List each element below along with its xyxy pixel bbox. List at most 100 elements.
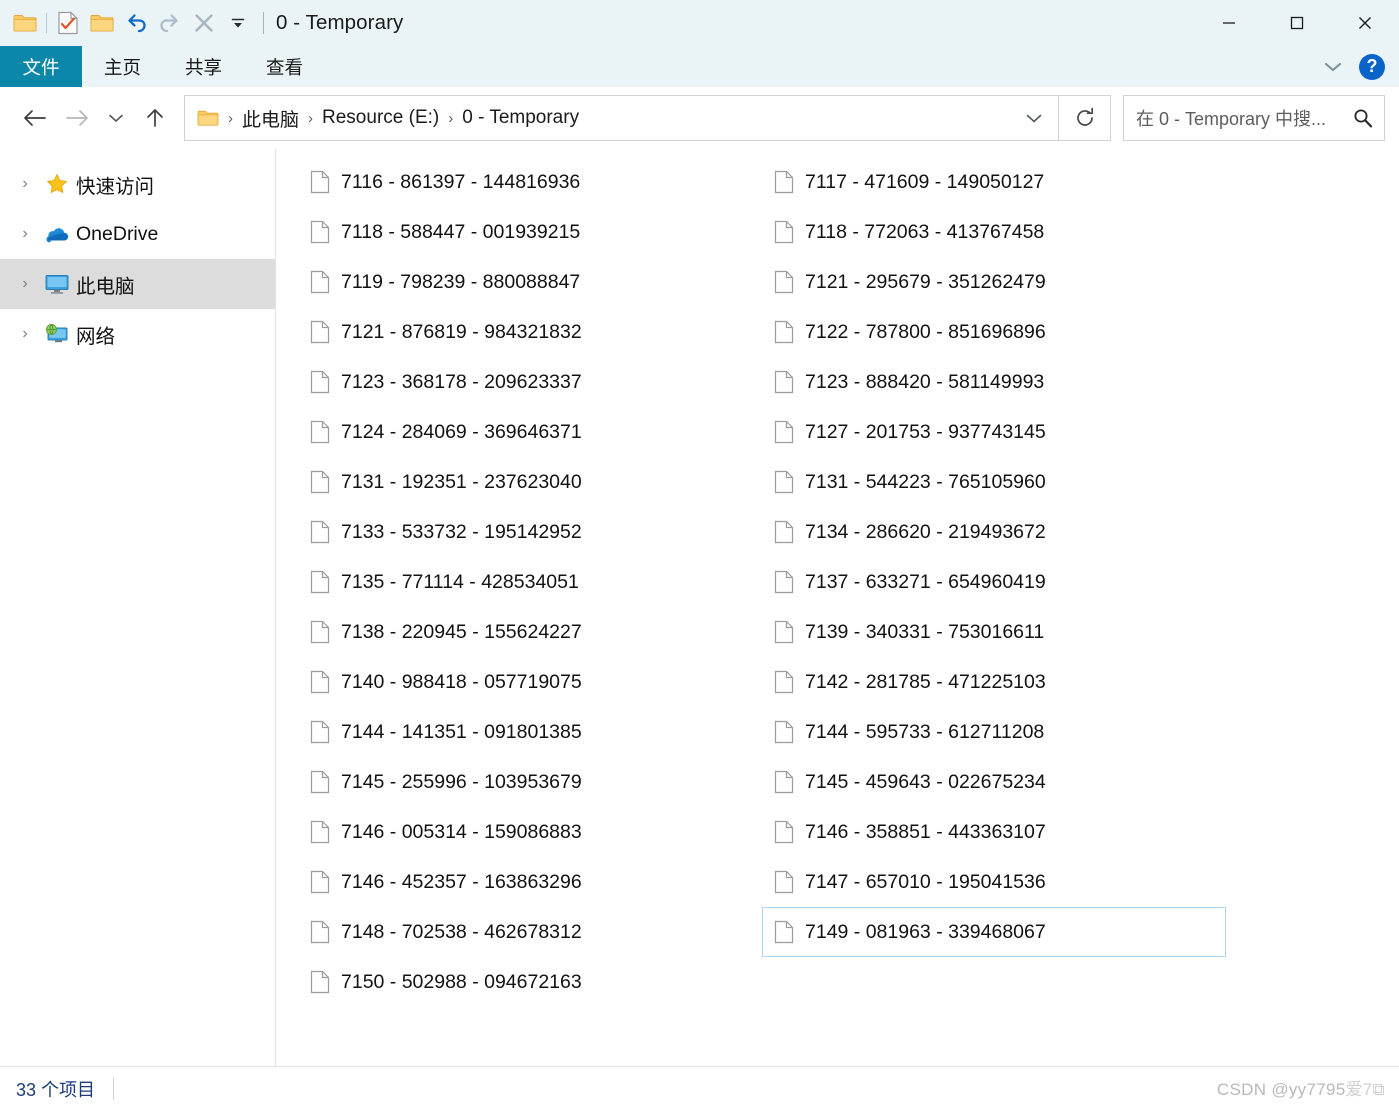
file-list-item[interactable]: 7116 - 861397 - 144816936 [298, 157, 762, 207]
network-icon [40, 323, 74, 345]
file-list-item[interactable]: 7144 - 595733 - 612711208 [762, 707, 1226, 757]
file-list-item[interactable]: 7140 - 988418 - 057719075 [298, 657, 762, 707]
file-list-item[interactable]: 7145 - 459643 - 022675234 [762, 757, 1226, 807]
file-icon [305, 470, 335, 494]
file-list-item[interactable]: 7131 - 544223 - 765105960 [762, 457, 1226, 507]
help-button[interactable]: ? [1359, 53, 1385, 80]
file-list-item[interactable]: 7145 - 255996 - 103953679 [298, 757, 762, 807]
sidebar-item-this-pc[interactable]: › 此电脑 [0, 259, 275, 309]
folder-icon[interactable] [8, 7, 42, 39]
file-list-item[interactable]: 7138 - 220945 - 155624227 [298, 607, 762, 657]
up-button[interactable] [134, 97, 176, 139]
breadcrumb-separator-2[interactable]: › [448, 110, 453, 127]
file-icon [305, 320, 335, 344]
tab-view[interactable]: 查看 [244, 46, 325, 87]
file-list-item[interactable]: 7133 - 533732 - 195142952 [298, 507, 762, 557]
file-name-label: 7123 - 888420 - 581149993 [805, 370, 1045, 393]
file-icon [769, 370, 799, 394]
file-list-item[interactable]: 7124 - 284069 - 369646371 [298, 407, 762, 457]
refresh-button[interactable] [1059, 95, 1111, 141]
file-list-item[interactable]: 7122 - 787800 - 851696896 [762, 307, 1226, 357]
file-name-label: 7145 - 459643 - 022675234 [805, 770, 1046, 793]
cloud-icon [40, 224, 74, 244]
file-icon [305, 720, 335, 744]
maximize-button[interactable] [1263, 0, 1331, 46]
chevron-down-icon[interactable] [221, 7, 255, 39]
breadcrumb-item-resource-e[interactable]: Resource (E:) [322, 107, 439, 129]
file-icon [305, 770, 335, 794]
file-list-item[interactable]: 7117 - 471609 - 149050127 [762, 157, 1226, 207]
file-list-item[interactable]: 7127 - 201753 - 937743145 [762, 407, 1226, 457]
sidebar-item-onedrive[interactable]: › OneDrive [0, 209, 275, 259]
file-list-item[interactable]: 7148 - 702538 - 462678312 [298, 907, 762, 957]
undo-icon[interactable] [119, 7, 153, 39]
file-list-item[interactable]: 7121 - 876819 - 984321832 [298, 307, 762, 357]
title-divider [263, 12, 264, 34]
file-list-item[interactable]: 7119 - 798239 - 880088847 [298, 257, 762, 307]
tab-share[interactable]: 共享 [163, 46, 244, 87]
file-list-item[interactable]: 7118 - 772063 - 413767458 [762, 207, 1226, 257]
expand-chevron-right-icon[interactable]: › [10, 175, 40, 193]
file-icon [305, 520, 335, 544]
file-list-item[interactable]: 7142 - 281785 - 471225103 [762, 657, 1226, 707]
file-list-item[interactable]: 7146 - 452357 - 163863296 [298, 857, 762, 907]
search-input[interactable]: 在 0 - Temporary 中搜... [1136, 105, 1352, 131]
file-list-item[interactable]: 7118 - 588447 - 001939215 [298, 207, 762, 257]
breadcrumb-separator-1[interactable]: › [308, 110, 313, 127]
expand-chevron-right-icon[interactable]: › [10, 225, 40, 243]
file-list-pane[interactable]: 7116 - 861397 - 144816936 7118 - 588447 -… [276, 149, 1399, 1066]
file-list-item[interactable]: 7146 - 005314 - 159086883 [298, 807, 762, 857]
file-list-item[interactable]: 7135 - 771114 - 428534051 [298, 557, 762, 607]
address-bar[interactable]: › 此电脑 › Resource (E:) › 0 - Temporary [184, 95, 1059, 141]
expand-chevron-right-icon[interactable]: › [10, 275, 40, 293]
tab-home[interactable]: 主页 [82, 46, 163, 87]
minimize-button[interactable] [1195, 0, 1263, 46]
address-dropdown-chevron-down-icon[interactable] [1010, 96, 1058, 140]
file-list-item[interactable]: 7150 - 502988 - 094672163 [298, 957, 762, 1007]
redo-icon[interactable] [153, 7, 187, 39]
delete-icon[interactable] [187, 7, 221, 39]
file-icon [769, 570, 799, 594]
status-bar: 33 个项目 CSDN @yy7795爱7⧉ [0, 1066, 1399, 1110]
search-icon[interactable] [1352, 107, 1374, 129]
file-icon [769, 920, 799, 944]
file-list-item[interactable]: 7123 - 888420 - 581149993 [762, 357, 1226, 407]
new-folder-icon[interactable] [85, 7, 119, 39]
file-name-label: 7118 - 588447 - 001939215 [341, 220, 581, 243]
sidebar-label-network: 网络 [76, 325, 116, 348]
file-name-label: 7123 - 368178 - 209623337 [341, 370, 582, 393]
back-button[interactable] [14, 97, 56, 139]
breadcrumb-item-temporary[interactable]: 0 - Temporary [462, 107, 579, 129]
watermark-text: CSDN @yy7795 [1216, 1080, 1346, 1099]
tab-file[interactable]: 文件 [0, 46, 82, 87]
recent-locations-chevron-down-icon[interactable] [98, 97, 134, 139]
file-list-item[interactable]: 7131 - 192351 - 237623040 [298, 457, 762, 507]
file-list-item[interactable]: 7137 - 633271 - 654960419 [762, 557, 1226, 607]
file-list-item[interactable]: 7144 - 141351 - 091801385 [298, 707, 762, 757]
forward-button[interactable] [56, 97, 98, 139]
file-name-label: 7116 - 861397 - 144816936 [341, 170, 581, 193]
file-list-item[interactable]: 7147 - 657010 - 195041536 [762, 857, 1226, 907]
close-button[interactable] [1331, 0, 1399, 46]
file-icon [305, 920, 335, 944]
file-list-item[interactable]: 7121 - 295679 - 351262479 [762, 257, 1226, 307]
file-list-item[interactable]: 7146 - 358851 - 443363107 [762, 807, 1226, 857]
properties-icon[interactable] [51, 7, 85, 39]
file-icon [769, 220, 799, 244]
sidebar-item-quick-access[interactable]: › 快速访问 [0, 159, 275, 209]
file-list-item[interactable]: 7134 - 286620 - 219493672 [762, 507, 1226, 557]
file-list-item[interactable]: 7123 - 368178 - 209623337 [298, 357, 762, 407]
ribbon-right-controls: ? [1313, 46, 1393, 87]
file-name-label: 7131 - 544223 - 765105960 [805, 470, 1046, 493]
sidebar-item-network[interactable]: › 网络 [0, 309, 275, 359]
breadcrumb-item-this-pc[interactable]: 此电脑 [242, 105, 299, 132]
search-box[interactable]: 在 0 - Temporary 中搜... [1123, 95, 1385, 141]
file-list-item[interactable]: 7139 - 340331 - 753016611 [762, 607, 1226, 657]
ribbon-expand-chevron-down-icon[interactable] [1313, 50, 1353, 84]
file-name-label: 7146 - 452357 - 163863296 [341, 870, 582, 893]
file-icon [769, 170, 799, 194]
file-name-label: 7146 - 358851 - 443363107 [805, 820, 1046, 843]
file-list-item[interactable]: 7149 - 081963 - 339468067 [762, 907, 1226, 957]
expand-chevron-right-icon[interactable]: › [10, 325, 40, 343]
file-name-label: 7121 - 876819 - 984321832 [341, 320, 582, 343]
